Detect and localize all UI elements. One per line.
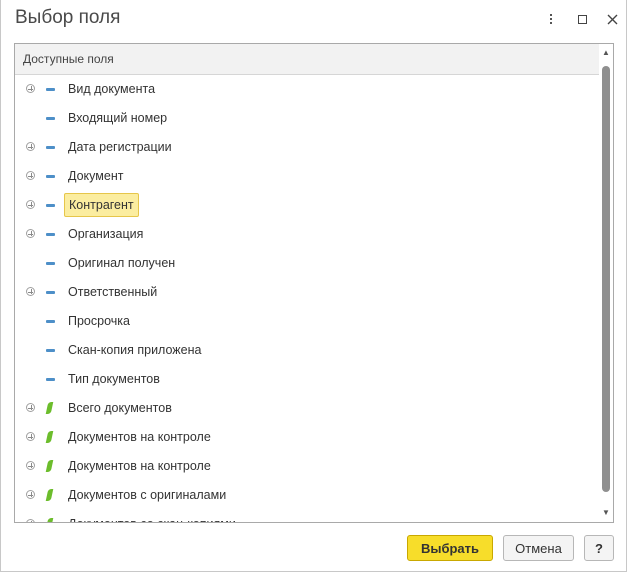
tree-row[interactable]: Документов на контроле bbox=[15, 452, 599, 481]
dialog-window: Выбор поля Доступные поля Вид документа В… bbox=[0, 0, 627, 572]
expand-plus-icon[interactable] bbox=[26, 200, 35, 209]
expand-plus-icon[interactable] bbox=[26, 432, 35, 441]
tree-row[interactable]: Контрагент bbox=[15, 191, 599, 220]
scroll-down-arrow-icon[interactable]: ▼ bbox=[599, 506, 613, 520]
field-icon bbox=[46, 233, 55, 236]
vertical-scrollbar[interactable]: ▲ ▼ bbox=[599, 44, 613, 522]
dialog-title: Выбор поля bbox=[15, 7, 121, 28]
tree-row[interactable]: Ответственный bbox=[15, 278, 599, 307]
field-icon bbox=[46, 378, 55, 381]
tree-row-label: Входящий номер bbox=[68, 111, 168, 125]
resource-icon bbox=[45, 402, 54, 414]
tree-row[interactable]: Всего документов bbox=[15, 394, 599, 423]
tree-row[interactable]: Тип документов bbox=[15, 365, 599, 394]
tree-row-label: Тип документов bbox=[68, 372, 160, 386]
tree-header: Доступные поля bbox=[15, 44, 599, 75]
field-icon bbox=[46, 262, 55, 265]
field-icon bbox=[46, 88, 55, 91]
resource-icon bbox=[45, 489, 54, 501]
field-icon bbox=[46, 349, 55, 352]
tree-row[interactable]: Документов со скан-копиями bbox=[15, 510, 599, 522]
tree-row-label: Документов со скан-копиями bbox=[68, 517, 236, 522]
expand-plus-icon[interactable] bbox=[26, 403, 35, 412]
field-icon bbox=[46, 175, 55, 178]
resource-icon bbox=[45, 460, 54, 472]
scroll-thumb[interactable] bbox=[602, 66, 610, 492]
scroll-up-arrow-icon[interactable]: ▲ bbox=[599, 46, 613, 60]
tree-row-label: Оригинал получен bbox=[68, 256, 176, 270]
tree-row-label: Всего документов bbox=[68, 401, 172, 415]
tree-row[interactable]: Документов на контроле bbox=[15, 423, 599, 452]
expand-plus-icon[interactable] bbox=[26, 287, 35, 296]
tree-row-label: Документов на контроле bbox=[68, 430, 211, 444]
available-fields-tree[interactable]: Доступные поля Вид документа Входящий ном… bbox=[14, 43, 614, 523]
tree-row-label: Организация bbox=[68, 227, 144, 241]
resource-icon bbox=[45, 431, 54, 443]
tree-row[interactable]: Просрочка bbox=[15, 307, 599, 336]
tree-row-label: Документ bbox=[68, 169, 124, 183]
tree-row[interactable]: Скан-копия приложена bbox=[15, 336, 599, 365]
tree-row[interactable]: Вид документа bbox=[15, 75, 599, 104]
expand-plus-icon[interactable] bbox=[26, 490, 35, 499]
tree-row[interactable]: Дата регистрации bbox=[15, 133, 599, 162]
expand-plus-icon[interactable] bbox=[26, 519, 35, 522]
tree-header-label: Доступные поля bbox=[23, 52, 114, 66]
cancel-button[interactable]: Отмена bbox=[503, 535, 574, 561]
expand-plus-icon[interactable] bbox=[26, 84, 35, 93]
expand-plus-icon[interactable] bbox=[26, 171, 35, 180]
tree-row-label: Документов на контроле bbox=[68, 459, 211, 473]
tree-row-label: Ответственный bbox=[68, 285, 158, 299]
resource-icon bbox=[45, 518, 54, 522]
tree-row-label: Дата регистрации bbox=[68, 140, 172, 154]
tree-row[interactable]: Входящий номер bbox=[15, 104, 599, 133]
select-button[interactable]: Выбрать bbox=[407, 535, 493, 561]
field-icon bbox=[46, 146, 55, 149]
expand-plus-icon[interactable] bbox=[26, 461, 35, 470]
field-icon bbox=[46, 291, 55, 294]
tree-row[interactable]: Документ bbox=[15, 162, 599, 191]
close-icon[interactable] bbox=[603, 10, 621, 28]
expand-plus-icon[interactable] bbox=[26, 142, 35, 151]
more-vertical-icon[interactable] bbox=[542, 10, 560, 28]
tree-row[interactable]: Организация bbox=[15, 220, 599, 249]
tree-row[interactable]: Документов с оригиналами bbox=[15, 481, 599, 510]
expand-plus-icon[interactable] bbox=[26, 229, 35, 238]
help-button[interactable]: ? bbox=[584, 535, 614, 561]
tree-row-label: Контрагент bbox=[64, 193, 139, 217]
maximize-icon[interactable] bbox=[573, 10, 591, 28]
tree-row-label: Просрочка bbox=[68, 314, 130, 328]
tree-rows: Вид документа Входящий номер Дата регистра… bbox=[15, 75, 599, 522]
field-icon bbox=[46, 117, 55, 120]
tree-row[interactable]: Оригинал получен bbox=[15, 249, 599, 278]
field-icon bbox=[46, 204, 55, 207]
tree-row-label: Вид документа bbox=[68, 82, 156, 96]
field-icon bbox=[46, 320, 55, 323]
tree-row-label: Документов с оригиналами bbox=[68, 488, 227, 502]
tree-row-label: Скан-копия приложена bbox=[68, 343, 202, 357]
